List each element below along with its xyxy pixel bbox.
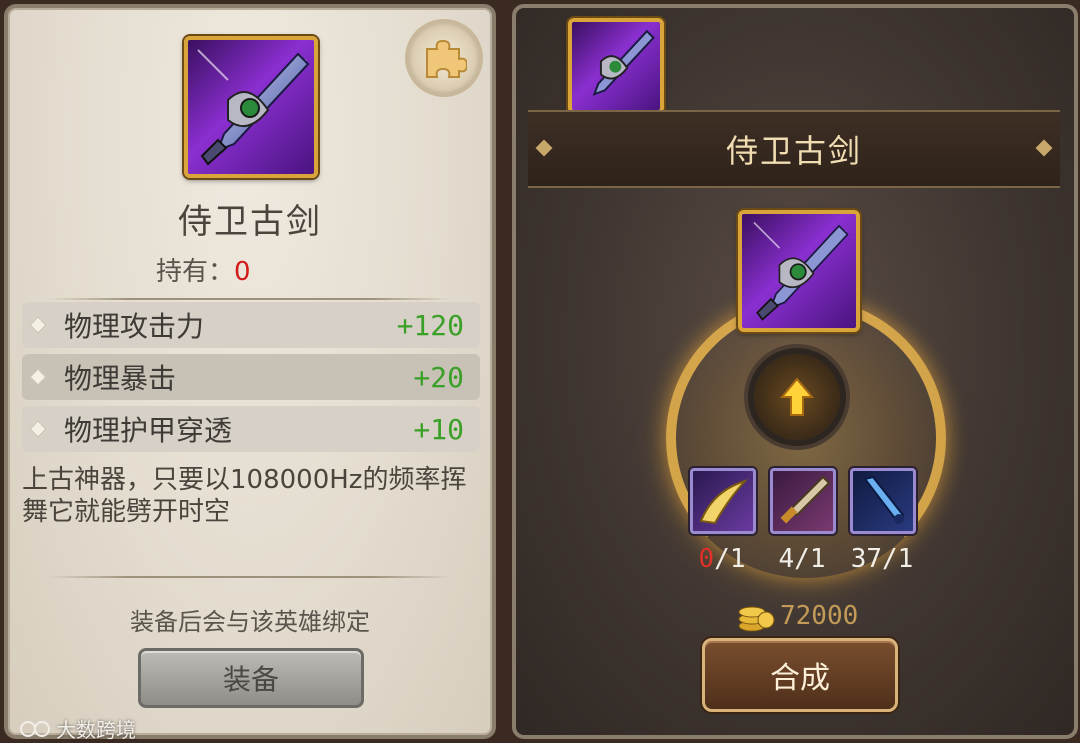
ornament-diamond-icon (1035, 139, 1053, 157)
golden-sword-icon (780, 475, 831, 524)
blue-sword-icon (863, 475, 905, 524)
owned-value: 0 (234, 257, 251, 287)
owned-label: 持有： (156, 257, 235, 287)
stat-name: 物理护甲穿透 (64, 414, 233, 447)
bullet-diamond-icon (29, 368, 47, 386)
material-need: /1 (714, 544, 746, 574)
gold-cost-value: 72000 (780, 601, 859, 631)
material-slot-1[interactable] (690, 468, 756, 534)
stat-name: 物理攻击力 (64, 310, 205, 343)
bind-notice: 装备后会与该英雄绑定 (130, 608, 370, 636)
sword-item-icon (184, 36, 318, 178)
selected-item-tab[interactable] (568, 18, 664, 114)
owned-count: 持有：0 (156, 251, 251, 288)
stat-value: +10 (413, 412, 464, 446)
craft-target-icon (738, 210, 860, 332)
item-detail-panel: 侍卫古剑 持有：0 物理攻击力 +120 物理暴击 +20 物理护甲穿透 +10… (4, 4, 496, 742)
stat-row-armor-penetration: 物理护甲穿透 +10 (22, 406, 480, 452)
gold-cost: 72000 (736, 598, 858, 634)
craft-item-name: 侍卫古剑 (725, 132, 862, 170)
stat-name: 物理暴击 (64, 362, 177, 395)
divider-top (48, 298, 452, 300)
craft-panel: 侍卫古剑 0/1 4/1 37/1 72000 合成 (512, 4, 1078, 739)
ornament-diamond-icon (535, 139, 553, 157)
gold-coins-icon (738, 606, 775, 632)
watermark-text: 大数跨境 (56, 718, 136, 742)
up-arrow-icon (780, 377, 814, 416)
stat-value: +20 (413, 360, 464, 394)
material-count-2: 4/1 (778, 544, 826, 574)
material-count-1: 0/1 (682, 544, 762, 574)
bullet-diamond-icon (29, 316, 47, 334)
item-description: 上古神器，只要以108000Hz的频率挥舞它就能劈开时空 (22, 465, 467, 527)
equip-button[interactable]: 装备 (138, 648, 364, 708)
stat-row-physical-crit: 物理暴击 +20 (22, 354, 480, 400)
divider-bottom (48, 576, 452, 578)
material-have: 0 (698, 544, 715, 574)
watermark-logo-icon (20, 720, 50, 737)
puzzle-piece-icon (426, 39, 467, 78)
craft-title-band: 侍卫古剑 (528, 110, 1060, 188)
fragment-puzzle-button[interactable] (408, 22, 480, 94)
watermark: 大数跨境 (18, 714, 136, 743)
stat-row-physical-attack: 物理攻击力 +120 (22, 302, 480, 348)
material-count-3: 37/1 (850, 544, 914, 574)
material-slot-3[interactable] (850, 468, 916, 534)
bullet-diamond-icon (29, 420, 47, 438)
upgrade-orb-button[interactable] (754, 354, 840, 440)
yellow-blade-icon (699, 478, 749, 525)
material-slot-2[interactable] (770, 468, 836, 534)
stat-value: +120 (396, 308, 464, 342)
item-name: 侍卫古剑 (178, 202, 322, 242)
compose-button[interactable]: 合成 (702, 638, 898, 712)
